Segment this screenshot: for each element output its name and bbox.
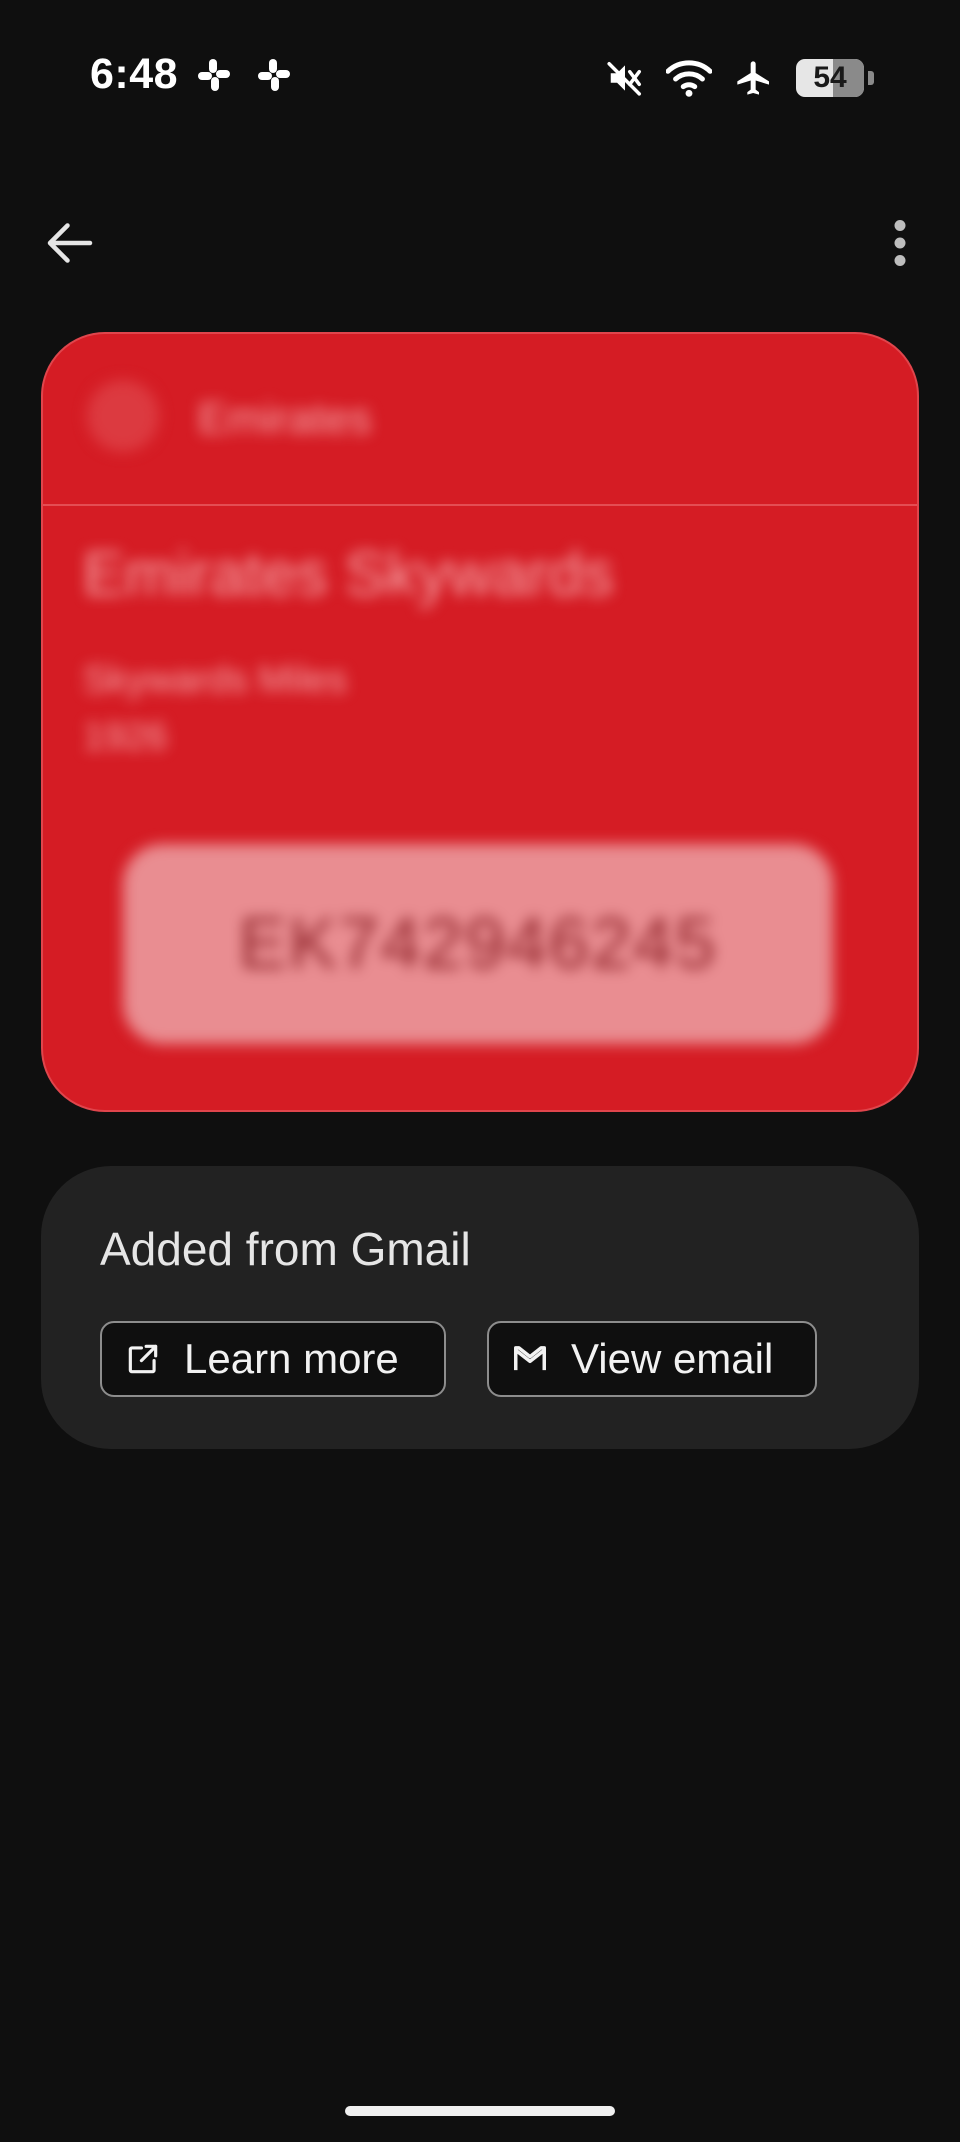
top-app-bar xyxy=(0,195,960,285)
loyalty-pass-card[interactable]: Emirates Emirates Skywards Skywards Mile… xyxy=(41,332,919,1112)
learn-more-label: Learn more xyxy=(184,1335,399,1382)
card-barcode-value: EK742946245 xyxy=(238,904,718,984)
arrow-back-icon[interactable] xyxy=(40,213,100,273)
open-in-new-icon xyxy=(128,1344,158,1374)
card-field-value: 1926 xyxy=(83,716,168,758)
learn-more-button[interactable]: Learn more xyxy=(100,1321,446,1397)
card-barcode: EK742946245 xyxy=(123,844,833,1044)
airplane-mode-icon xyxy=(737,61,769,95)
mute-icon xyxy=(607,62,641,96)
card-field-label: Skywards Miles xyxy=(83,659,347,701)
card-issuer: Emirates xyxy=(198,394,372,443)
source-info-card: Added from Gmail Learn more View email xyxy=(41,1166,919,1449)
home-indicator[interactable] xyxy=(345,2106,615,2116)
slack-icon xyxy=(258,59,290,91)
card-program-name: Emirates Skywards xyxy=(83,540,614,609)
more-vertical-icon[interactable] xyxy=(880,213,920,273)
system-icons: 54 xyxy=(606,50,874,106)
issuer-logo xyxy=(87,380,159,452)
view-email-label: View email xyxy=(571,1335,774,1382)
view-email-button[interactable]: View email xyxy=(487,1321,817,1397)
slack-icon xyxy=(198,59,230,91)
gmail-icon xyxy=(514,1346,546,1371)
status-bar: 6:48 54 xyxy=(0,0,960,150)
wifi-icon xyxy=(666,60,712,97)
battery-icon: 54 xyxy=(796,59,874,97)
status-time: 6:48 xyxy=(90,50,179,98)
card-divider xyxy=(43,504,917,506)
battery-percent: 54 xyxy=(813,61,847,94)
source-title: Added from Gmail xyxy=(100,1223,471,1275)
